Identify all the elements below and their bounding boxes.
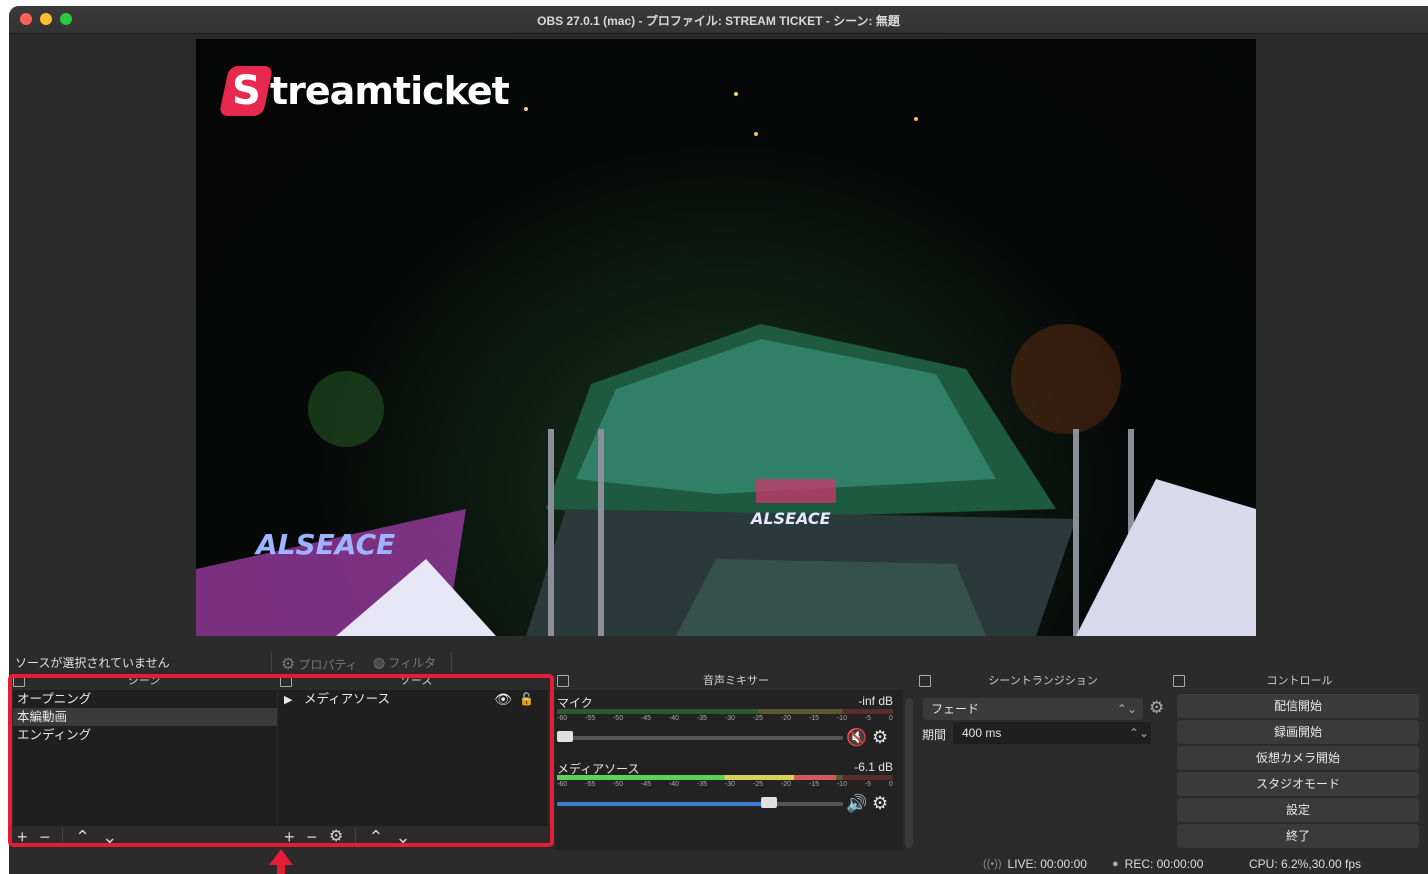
controls-dock: コントロール 配信開始 録画開始 仮想カメラ開始 スタジオモード 設定 終了 [1171, 672, 1428, 850]
remove-source-icon[interactable]: − [307, 828, 318, 846]
mixer-panel: マイク -inf dB -60 -55 -50 -45 -40 -35 -30 -25 -20-… [555, 690, 903, 850]
undock-icon[interactable] [13, 675, 25, 687]
volume-slider-handle[interactable] [761, 797, 777, 808]
up-arrow-icon [269, 849, 293, 865]
window-title: OBS 27.0.1 (mac) - プロファイル: STREAM TICKET… [537, 14, 900, 28]
status-bar: ((•)) LIVE: 00:00:00 ● REC: 00:00:00 CPU… [9, 852, 1428, 874]
scene-transitions-dock: シーントランジション フェード ⌃⌄ ⚙ 期間 400 ms ⌃⌄ [917, 672, 1169, 850]
undock-icon[interactable] [280, 675, 292, 687]
duration-label: 期間 [922, 728, 947, 742]
mixer-scrollbar[interactable] [905, 698, 913, 848]
add-source-icon[interactable]: + [284, 828, 295, 846]
no-source-label: ソースが選択されていません [15, 656, 170, 670]
record-dot-icon: ● [1112, 858, 1119, 870]
filters-button[interactable]: ◍ フィルタ [373, 654, 436, 671]
arrow-stem [277, 864, 285, 874]
studio-mode-button[interactable]: スタジオモード [1177, 772, 1419, 796]
eye-icon[interactable]: 👁 [494, 690, 512, 708]
concert-stage-image: ALSEACE ALSEACE [196, 92, 1256, 636]
muted-speaker-icon[interactable]: 🔇 [846, 728, 867, 748]
undock-icon[interactable] [557, 675, 569, 687]
sources-dock: ソース ▶ メディアソース 👁 🔓 + − ⚙ ⌃ ⌄ [278, 672, 554, 850]
broadcast-icon: ((•)) [983, 858, 1002, 870]
audio-mixer-dock: 音声ミキサー マイク -inf dB -60 -55 -50 -45 -40 -35 -30… [555, 672, 917, 850]
lock-icon[interactable]: 🔓 [519, 690, 534, 708]
move-up-icon[interactable]: ⌃ [75, 828, 90, 846]
rec-status: ● REC: 00:00:00 [1112, 857, 1204, 871]
svg-text:ALSEACE: ALSEACE [254, 528, 395, 561]
volume-slider-fill [557, 802, 769, 806]
logo-wordmark: treamticket [270, 69, 510, 113]
stepper-icon[interactable]: ⌃⌄ [1129, 722, 1149, 744]
source-list[interactable]: ▶ メディアソース 👁 🔓 [278, 690, 548, 826]
meter-level [557, 775, 836, 780]
mixer-dock-title: 音声ミキサー [555, 672, 917, 690]
play-icon[interactable]: ▶ [284, 694, 292, 706]
source-properties-gear-icon[interactable]: ⚙ [329, 828, 343, 846]
control-buttons: 配信開始 録画開始 仮想カメラ開始 スタジオモード 設定 終了 [1177, 694, 1427, 850]
toolbar-divider [62, 828, 64, 846]
logo-badge: S [218, 66, 274, 116]
properties-button[interactable]: ⚙ プロパティ [281, 654, 358, 674]
filter-icon: ◍ [373, 654, 386, 670]
toolbar-divider [271, 652, 272, 672]
cpu-status: CPU: 6.2%,30.00 fps [1249, 857, 1362, 871]
track-db-readout: -6.1 dB [854, 760, 893, 774]
source-item[interactable]: ▶ メディアソース 👁 🔓 [278, 690, 548, 708]
volume-slider[interactable] [557, 731, 843, 742]
track-settings-gear-icon[interactable]: ⚙ [872, 727, 888, 748]
volume-slider[interactable] [557, 797, 843, 808]
gear-icon: ⚙ [281, 656, 296, 673]
toolbar-divider [355, 828, 357, 846]
toolbar-divider [451, 652, 452, 672]
mixer-track-mic: マイク -inf dB -60 -55 -50 -45 -40 -35 -30 -25 -20-… [555, 694, 905, 756]
transition-select[interactable]: フェード ⌃⌄ [923, 698, 1143, 720]
add-scene-icon[interactable]: + [17, 828, 28, 846]
speaker-icon[interactable]: 🔊 [846, 794, 867, 814]
start-virtual-camera-button[interactable]: 仮想カメラ開始 [1177, 746, 1419, 770]
scene-list[interactable]: オープニング 本編動画 エンディング [13, 690, 277, 826]
start-recording-button[interactable]: 録画開始 [1177, 720, 1419, 744]
obs-window: OBS 27.0.1 (mac) - プロファイル: STREAM TICKET… [9, 6, 1428, 874]
sources-dock-title: ソース [278, 672, 554, 690]
settings-button[interactable]: 設定 [1177, 798, 1419, 822]
undock-icon[interactable] [919, 675, 931, 687]
scenes-dock-title: シーン [11, 672, 277, 690]
move-down-icon[interactable]: ⌄ [102, 828, 117, 846]
select-arrows-icon: ⌃⌄ [1116, 702, 1137, 716]
svg-text:ALSEACE: ALSEACE [749, 509, 831, 528]
transitions-dock-title: シーントランジション [917, 672, 1169, 690]
volume-meter [557, 775, 893, 780]
source-toolbar: + − ⚙ ⌃ ⌄ [278, 826, 411, 848]
meter-ticks: -60 -55 -50 -45 -40 -35 -30 -25 -20 -15 -10 -5 0 [557, 781, 893, 788]
scene-item[interactable]: 本編動画 [13, 708, 277, 726]
scene-item[interactable]: オープニング [13, 690, 277, 708]
streamticket-logo: S treamticket [218, 65, 510, 117]
duration-spinbox[interactable]: 400 ms ⌃⌄ [953, 722, 1151, 744]
controls-dock-title: コントロール [1171, 672, 1428, 690]
live-status: ((•)) LIVE: 00:00:00 [983, 857, 1087, 871]
meter-ticks: -60 -55 -50 -45 -40 -35 -30 -25 -20 -15 -10 -5 0 [557, 715, 893, 722]
volume-meter [557, 709, 893, 714]
transition-settings-gear-icon[interactable]: ⚙ [1149, 698, 1164, 718]
scenes-dock: シーン オープニング 本編動画 エンディング + − ⌃ ⌄ [11, 672, 277, 850]
move-down-icon[interactable]: ⌄ [395, 828, 410, 846]
move-up-icon[interactable]: ⌃ [368, 828, 383, 846]
remove-scene-icon[interactable]: − [40, 828, 51, 846]
undock-icon[interactable] [1173, 675, 1185, 687]
scene-item[interactable]: エンディング [13, 726, 277, 744]
mixer-track-media: メディアソース -6.1 dB -60 -55 -50 -45 -40 -35 -30 -25… [555, 760, 905, 822]
program-preview[interactable]: ALSEACE ALSEACE S treamticket [196, 39, 1256, 636]
track-db-readout: -inf dB [858, 694, 893, 708]
start-streaming-button[interactable]: 配信開始 [1177, 694, 1419, 718]
title-bar: OBS 27.0.1 (mac) - プロファイル: STREAM TICKET… [9, 6, 1428, 34]
preview-area: ALSEACE ALSEACE S treamticket [9, 34, 1428, 646]
scene-toolbar: + − ⌃ ⌄ [11, 826, 117, 848]
volume-slider-handle[interactable] [557, 731, 573, 742]
track-settings-gear-icon[interactable]: ⚙ [872, 793, 888, 814]
exit-button[interactable]: 終了 [1177, 824, 1419, 848]
